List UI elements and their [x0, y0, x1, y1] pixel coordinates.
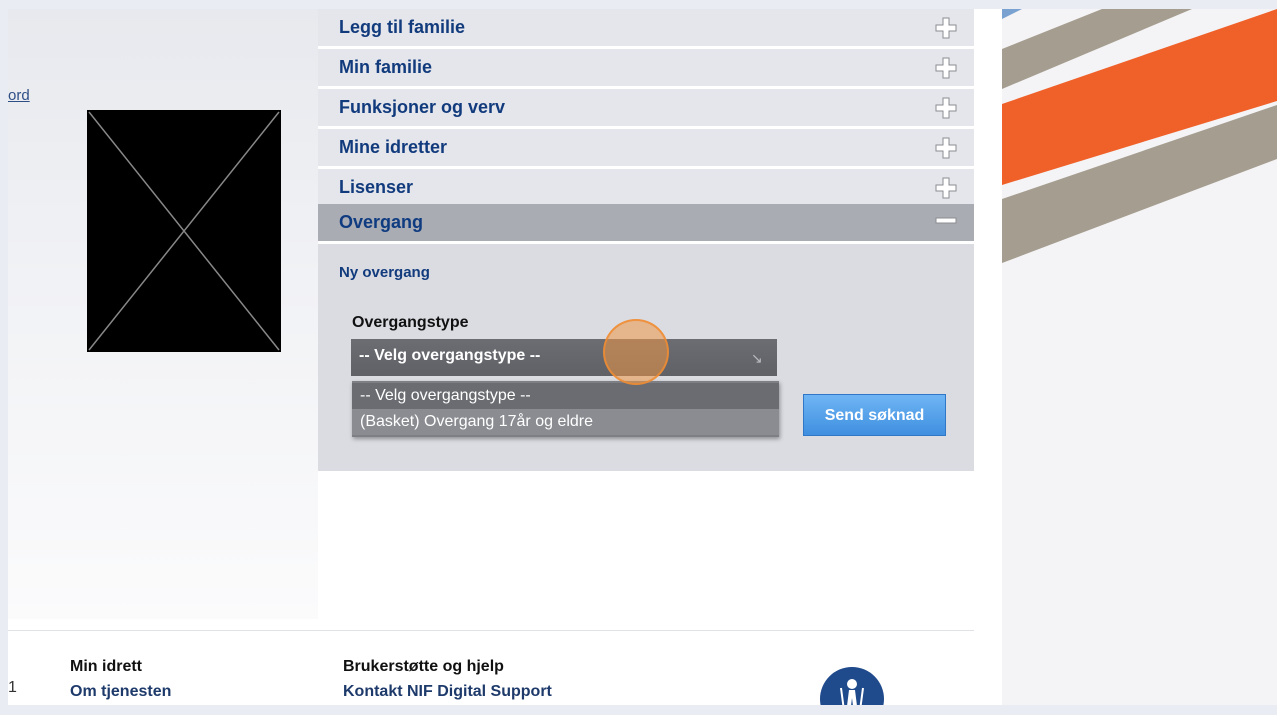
- footer-heading-brukerstotte: Brukerstøtte og hjelp: [343, 658, 504, 675]
- plus-icon: [935, 177, 957, 199]
- panel-subtitle: Ny overgang: [339, 264, 430, 281]
- option-label: -- Velg overgangstype --: [360, 387, 531, 404]
- send-soknad-button[interactable]: Send søknad: [803, 394, 946, 436]
- accordion-item-mine-idretter[interactable]: Mine idretter: [318, 129, 974, 169]
- dropdown-option[interactable]: (Basket) Overgang 17år og eldre: [352, 409, 779, 435]
- accordion-label: Overgang: [339, 212, 424, 232]
- accordion-item-funksjoner-og-verv[interactable]: Funksjoner og verv: [318, 89, 974, 129]
- footer-link-om-tjenesten[interactable]: Om tjenesten: [70, 683, 171, 701]
- accordion-label: Min familie: [339, 57, 433, 77]
- overgangstype-select[interactable]: -- Velg overgangstype -- ↘: [351, 339, 777, 376]
- overgangstype-dropdown: -- Velg overgangstype -- (Basket) Overga…: [352, 381, 779, 437]
- left-link[interactable]: ord: [8, 87, 30, 104]
- plus-icon: [935, 97, 957, 119]
- footer-divider: [8, 630, 974, 631]
- accordion-item-lisenser[interactable]: Lisenser: [318, 169, 974, 209]
- dropdown-option[interactable]: -- Velg overgangstype --: [352, 383, 779, 409]
- accordion-label: Lisenser: [339, 177, 414, 197]
- left-column: ord: [8, 9, 318, 619]
- accordion: Legg til familie Min familie Funksjoner …: [318, 9, 974, 471]
- accordion-label: Legg til familie: [339, 17, 466, 37]
- footer-fragment: 1: [8, 679, 17, 696]
- select-value: -- Velg overgangstype --: [359, 347, 541, 364]
- select-arrow-icon: ↘: [751, 350, 763, 366]
- plus-icon: [935, 57, 957, 79]
- accordion-label: Funksjoner og verv: [339, 97, 506, 117]
- decorative-stripes: [1002, 9, 1277, 705]
- accordion-item-min-familie[interactable]: Min familie: [318, 49, 974, 89]
- minus-icon: [935, 217, 957, 224]
- accordion-item-legg-til-familie[interactable]: Legg til familie: [318, 9, 974, 49]
- accordion-item-overgang[interactable]: Overgang: [318, 204, 974, 241]
- option-label: (Basket) Overgang 17år og eldre: [360, 413, 594, 430]
- overgangstype-label: Overgangstype: [352, 314, 469, 331]
- plus-icon: [935, 137, 957, 159]
- page: ord Legg til familie Min familie Funksjo…: [8, 9, 1277, 705]
- profile-image-placeholder: [87, 110, 281, 352]
- accordion-label: Mine idretter: [339, 137, 448, 157]
- overgang-panel: Ny overgang Overgangstype -- Velg overga…: [318, 244, 974, 471]
- footer-link-kontakt[interactable]: Kontakt NIF Digital Support: [343, 683, 552, 701]
- footer-heading-min-idrett: Min idrett: [70, 658, 142, 675]
- plus-icon: [935, 17, 957, 39]
- nif-logo-icon: [820, 667, 884, 705]
